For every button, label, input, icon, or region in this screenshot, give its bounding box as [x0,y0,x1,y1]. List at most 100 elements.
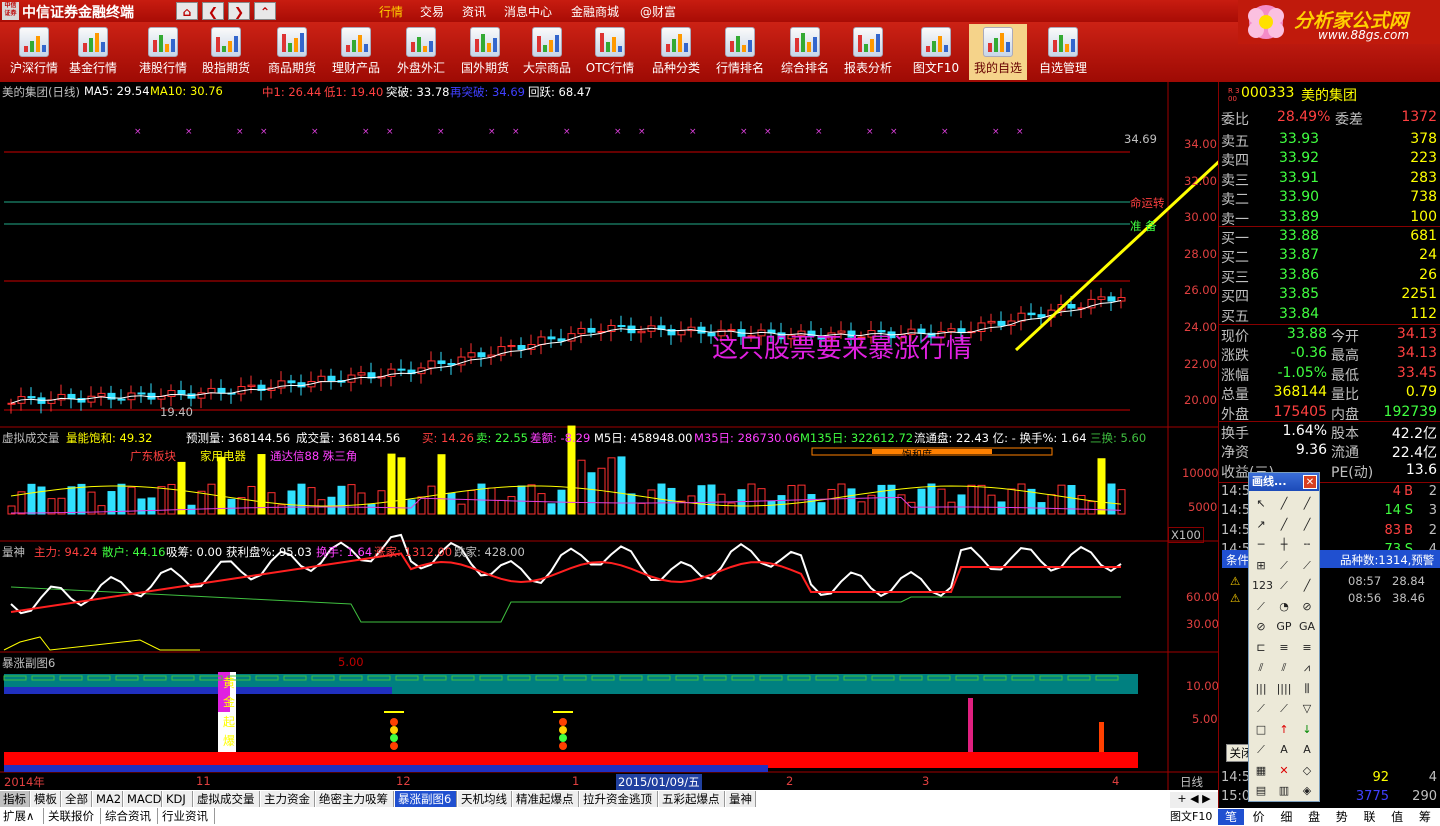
draw-tool-icon[interactable]: ⊞ [1252,557,1270,575]
bottom-tab-4[interactable]: 势 [1328,809,1355,825]
toolbar-16-button[interactable]: 自选管理 [1034,24,1092,80]
draw-tool-icon[interactable]: ≡ [1298,639,1316,657]
toolbar-15-button[interactable]: 我的自选 [969,24,1027,80]
sector-tdx88[interactable]: 通达信88 殊三角 [270,448,357,464]
menu-xiaoxi[interactable]: 消息中心 [504,3,552,20]
bottom-tab-0[interactable]: 笔 [1218,809,1244,825]
toolbar-3-button[interactable]: 股指期货 [196,24,256,80]
draw-tool-icon[interactable]: ⟋ [1275,577,1293,595]
bottom-tab-3[interactable]: 盘 [1301,809,1328,825]
tab-10[interactable]: 天机均线 [458,791,512,807]
bottom-tab-1[interactable]: 价 [1245,809,1272,825]
draw-tool-icon[interactable]: ≡ [1275,639,1293,657]
close-icon[interactable]: ✕ [1303,475,1317,489]
draw-tool-icon[interactable]: A [1298,741,1316,759]
draw-tool-icon[interactable]: |||| [1275,680,1293,698]
tab-5[interactable]: KDJ [163,791,193,807]
toolbar-2-button[interactable]: 港股行情 [133,24,193,80]
tab2-1[interactable]: 关联报价 [45,808,101,824]
draw-tool-icon[interactable]: A [1275,741,1293,759]
draw-tool-icon[interactable]: ⊏ [1252,639,1270,657]
draw-tool-icon[interactable]: ┼ [1275,536,1293,554]
menu-hangqing[interactable]: 行情 [379,3,403,20]
tab2-2[interactable]: 综合资讯 [102,808,158,824]
f10-button[interactable]: 图文F10 [1166,808,1218,826]
draw-tool-icon[interactable]: □ [1252,721,1270,739]
tab-14[interactable]: 量神 [726,791,756,807]
tab-13[interactable]: 五彩起爆点 [659,791,725,807]
draw-tool-icon[interactable]: ◇ [1298,762,1316,780]
sector-guangdong[interactable]: 广东板块 [130,448,176,464]
draw-tool-icon[interactable]: 123 [1252,577,1273,595]
draw-tool-icon[interactable]: GP [1275,618,1293,636]
toolbar-13-button[interactable]: 报表分析 [838,24,898,80]
tab-9[interactable]: 暴涨副图6 [395,791,457,807]
tab-11[interactable]: 精准起爆点 [513,791,579,807]
menu-zixun[interactable]: 资讯 [462,3,486,20]
toolbar-4-button[interactable]: 商品期货 [262,24,322,80]
draw-tool-icon[interactable]: ⟋ [1275,557,1293,575]
draw-tool-icon[interactable]: ▽ [1298,700,1316,718]
toolbar-9-button[interactable]: OTC行情 [580,24,640,80]
draw-tool-icon[interactable]: ⩘ [1298,659,1316,677]
tab-2[interactable]: 全部 [62,791,92,807]
bottom-tab-2[interactable]: 细 [1273,809,1300,825]
draw-tool-icon[interactable]: ⟋ [1298,557,1316,575]
toolbar-1-button[interactable]: 基金行情 [63,24,123,80]
bottom-tab-6[interactable]: 值 [1384,809,1411,825]
chart-area[interactable]: × × × × × × × × × × × × × × × × × × × × × × 美的集团(日线) MA5: 29.… [0,82,1219,792]
tab2-3[interactable]: 行业资讯 [159,808,215,824]
draw-tool-icon[interactable]: ✕ [1275,762,1293,780]
tab-3[interactable]: MA2 [93,791,123,807]
draw-tool-icon[interactable]: ◔ [1275,598,1293,616]
toolbar-10-button[interactable]: 品种分类 [646,24,706,80]
draw-tool-icon[interactable]: ╱ [1275,495,1293,513]
draw-tool-icon[interactable]: ╱ [1298,577,1316,595]
toolbar-5-button[interactable]: 理财产品 [326,24,386,80]
tab-0[interactable]: 指标 [0,791,30,807]
draw-tool-icon[interactable]: ⟋ [1275,700,1293,718]
draw-tool-icon[interactable]: ─ [1252,536,1270,554]
draw-tool-icon[interactable]: ╱ [1275,516,1293,534]
toolbar-11-button[interactable]: 行情排名 [710,24,770,80]
draw-tool-icon[interactable]: ⟋ [1252,598,1270,616]
toolbar-8-button[interactable]: 大宗商品 [517,24,577,80]
draw-tool-icon[interactable]: ⊘ [1252,618,1270,636]
draw-tool-icon[interactable]: ⟋ [1252,700,1270,718]
draw-tool-icon[interactable]: GA [1298,618,1316,636]
draw-tool-icon[interactable]: ╌ [1298,536,1316,554]
home-button[interactable]: ⌂ [176,2,198,20]
draw-tool-icon[interactable]: ▥ [1275,782,1293,800]
sector-jiadian[interactable]: 家用电器 [200,448,246,464]
menu-shangcheng[interactable]: 金融商城 [571,3,619,20]
tab-6[interactable]: 虚拟成交量 [194,791,260,807]
toolbar-0-button[interactable]: 沪深行情 [4,24,64,80]
back-button[interactable]: ❮ [202,2,224,20]
menu-jiaoyi[interactable]: 交易 [420,3,444,20]
draw-tool-icon[interactable]: ⊘ [1298,598,1316,616]
draw-tool-icon[interactable]: ⫽ [1252,659,1270,677]
draw-tool-icon[interactable]: ╱ [1298,516,1316,534]
up-button[interactable]: ⌃ [254,2,276,20]
draw-tool-icon[interactable]: ⫽ [1275,659,1293,677]
draw-tool-icon[interactable]: ||| [1252,680,1270,698]
bottom-tab-5[interactable]: 联 [1356,809,1383,825]
draw-tool-icon[interactable]: ⟋ [1252,741,1270,759]
bottom-tab-7[interactable]: 筹 [1411,809,1438,825]
draw-tool-icon[interactable]: ↑ [1275,721,1293,739]
menu-caifu[interactable]: @财富 [640,3,676,20]
draw-tool-icon[interactable]: ╱ [1298,495,1316,513]
tab-4[interactable]: MACD [124,791,162,807]
tab-scroll[interactable]: + ◀ ▶ [1170,792,1218,808]
toolbar-14-button[interactable]: 图文F10 [907,24,965,80]
draw-tool-icon[interactable]: ◈ [1298,782,1316,800]
tab-8[interactable]: 绝密主力吸筹 [316,791,394,807]
tab2-0[interactable]: 扩展∧ [0,808,44,824]
draw-tool-icon[interactable]: ↖ [1252,495,1270,513]
draw-tool-icon[interactable]: ↓ [1298,721,1316,739]
draw-tool-icon[interactable]: ↗ [1252,516,1270,534]
tab-1[interactable]: 模板 [31,791,61,807]
date-period[interactable]: 日线 [1180,774,1203,790]
draw-tool-icon[interactable]: ⫼ [1298,680,1316,698]
tab-12[interactable]: 拉升资金逃顶 [580,791,658,807]
